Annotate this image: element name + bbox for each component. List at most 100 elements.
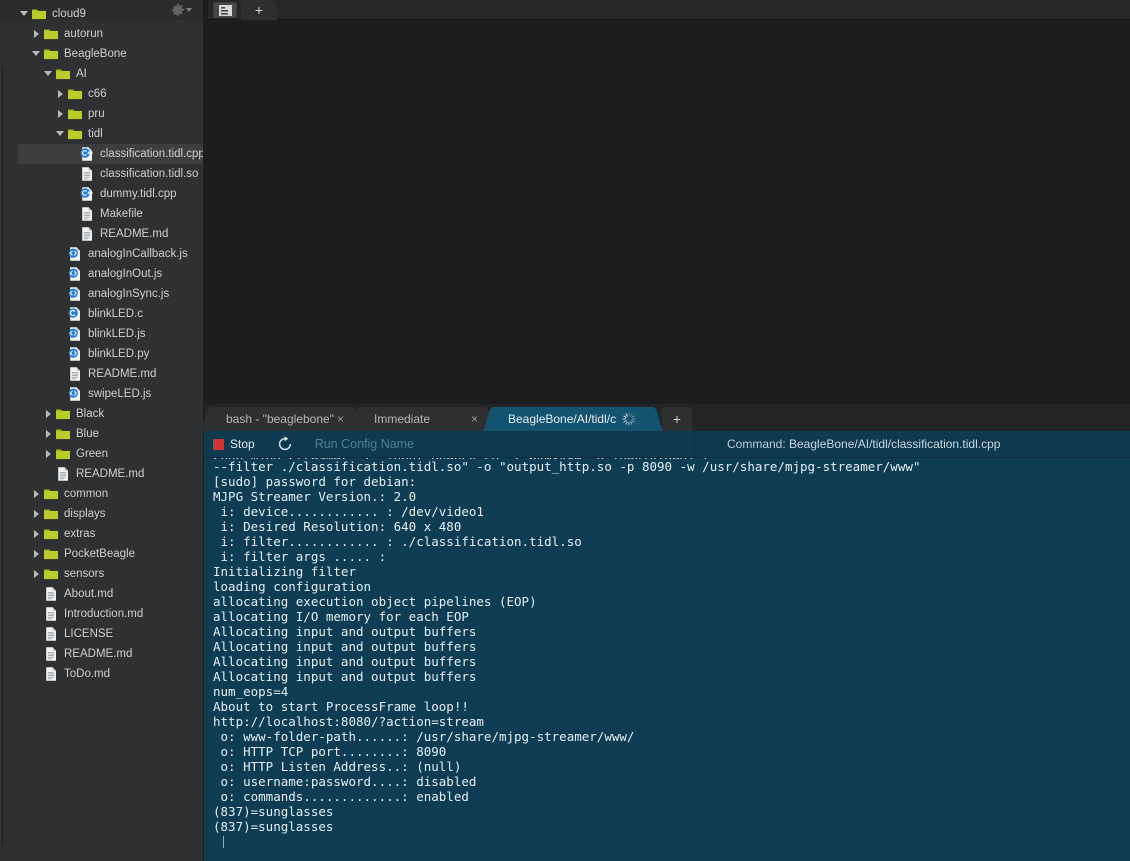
close-icon[interactable]: × [471, 413, 478, 425]
tree-file-row[interactable]: README.md [0, 364, 203, 384]
tree-folder-row[interactable]: c66 [0, 84, 203, 104]
tree-row-label: LICENSE [64, 628, 114, 640]
chevron-right-icon[interactable] [43, 424, 55, 444]
chevron-right-icon[interactable] [55, 84, 67, 104]
tree-file-row[interactable]: ToDo.md [0, 664, 203, 684]
js-file-icon [68, 267, 80, 281]
tree-file-row[interactable]: dummy.tidl.cpp [0, 184, 203, 204]
terminal-line: allocating execution object pipelines (E… [213, 594, 537, 609]
terminal-output[interactable]: sudo mjpg_streamer -i "input_opencv.so -… [204, 458, 1130, 861]
chevron-down-icon[interactable] [19, 4, 31, 24]
tree-file-row[interactable]: README.md [0, 464, 203, 484]
tree-file-row[interactable]: analogInSync.js [0, 284, 203, 304]
tree-row-label: cloud9 [52, 8, 86, 20]
tree-folder-row[interactable]: extras [0, 524, 203, 544]
tree-folder-row[interactable]: sensors [0, 564, 203, 584]
terminal-panel: bash - "beaglebone" × Immediate × BeagleBone… [201, 404, 1130, 861]
terminal-line: i: Desired Resolution: 640 x 480 [213, 519, 462, 534]
tree-folder-row[interactable]: autorun [0, 24, 203, 44]
tree-file-row[interactable]: classification.tidl.cpp [0, 144, 203, 164]
new-terminal-tab-button[interactable]: + [662, 407, 692, 431]
terminal-line: i: filter args ..... : [213, 549, 387, 564]
generic-file-icon [82, 227, 92, 241]
tree-row-label: c66 [88, 88, 107, 100]
tree-folder-row[interactable]: pru [0, 104, 203, 124]
generic-file-icon [46, 667, 56, 681]
tree-row-label: README.md [76, 468, 145, 480]
tree-row-label: README.md [88, 368, 157, 380]
tree-folder-row[interactable]: displays [0, 504, 203, 524]
chevron-right-icon[interactable] [43, 444, 55, 464]
editor-menu-button[interactable] [213, 2, 237, 18]
chevron-right-icon[interactable] [43, 404, 55, 424]
tree-file-row[interactable]: Makefile [0, 204, 203, 224]
tree-file-row[interactable]: README.md [0, 224, 203, 244]
tree-folder-row[interactable]: PocketBeagle [0, 544, 203, 564]
file-tree[interactable]: cloud9 autorun BeagleBone AI c66 pru tidl class… [0, 4, 203, 861]
tree-row-label: analogInOut.js [88, 268, 163, 280]
tree-folder-row[interactable]: common [0, 484, 203, 504]
tree-file-row[interactable]: Introduction.md [0, 604, 203, 624]
new-editor-tab-button[interactable]: + [241, 0, 277, 20]
terminal-tab[interactable]: BeagleBone/AI/tidl/c [483, 407, 663, 431]
tab-edge-right [644, 407, 663, 431]
chevron-right-icon[interactable] [31, 524, 43, 544]
tree-file-row[interactable]: blinkLED.c [0, 304, 203, 324]
js-file-icon [68, 387, 80, 401]
folder-icon [44, 549, 58, 560]
tree-row-label: classification.tidl.cpp [100, 148, 203, 160]
editor-area[interactable] [204, 21, 1130, 404]
folder-icon [32, 9, 46, 20]
chevron-down-icon[interactable] [43, 64, 55, 84]
restart-icon[interactable] [277, 436, 293, 452]
js-file-icon [68, 287, 80, 301]
tree-folder-row[interactable]: BeagleBone [0, 44, 203, 64]
command-value[interactable]: BeagleBone/AI/tidl/classification.tidl.c… [789, 437, 1000, 451]
tree-folder-row[interactable]: Blue [0, 424, 203, 444]
tree-folder-row[interactable]: cloud9 [0, 4, 203, 24]
chevron-down-icon[interactable] [55, 124, 67, 144]
terminal-line: Allocating input and output buffers [213, 654, 477, 669]
chevron-right-icon[interactable] [31, 544, 43, 564]
close-icon[interactable]: × [337, 413, 344, 425]
chevron-right-icon[interactable] [31, 484, 43, 504]
tree-folder-row[interactable]: Green [0, 444, 203, 464]
tree-row-label: README.md [100, 228, 169, 240]
chevron-right-icon[interactable] [55, 104, 67, 124]
generic-file-icon [82, 207, 92, 221]
tree-file-row[interactable]: blinkLED.js [0, 324, 203, 344]
tree-folder-row[interactable]: AI [0, 64, 203, 84]
stop-button[interactable]: Stop [213, 437, 255, 451]
chevron-right-icon[interactable] [31, 24, 43, 44]
tree-file-row[interactable]: blinkLED.py [0, 344, 203, 364]
terminal-line: About to start ProcessFrame loop!! [213, 699, 469, 714]
chevron-down-icon[interactable] [31, 44, 43, 64]
editor-tab-strip: + [208, 0, 1130, 20]
folder-icon [68, 89, 82, 100]
terminal-tab[interactable]: Immediate × [349, 407, 495, 431]
chevron-right-icon[interactable] [31, 564, 43, 584]
tree-row-label: About.md [64, 588, 114, 600]
tree-file-row[interactable]: README.md [0, 644, 203, 664]
tree-file-row[interactable]: analogInCallback.js [0, 244, 203, 264]
chevron-right-icon[interactable] [31, 504, 43, 524]
tree-file-row[interactable]: swipeLED.js [0, 384, 203, 404]
tree-file-row[interactable]: analogInOut.js [0, 264, 203, 284]
folder-icon [44, 49, 58, 60]
tree-file-row[interactable]: About.md [0, 584, 203, 604]
tree-folder-row[interactable]: Black [0, 404, 203, 424]
terminal-tab[interactable]: bash - "beaglebone" × [201, 407, 361, 431]
tree-file-row[interactable]: LICENSE [0, 624, 203, 644]
run-config-input[interactable]: Run Config Name [315, 437, 414, 451]
folder-icon [68, 129, 82, 140]
terminal-cursor-line [213, 834, 1130, 849]
terminal-line: o: www-folder-path......: /usr/share/mjp… [213, 729, 635, 744]
cloud9-ide-window: cloud9 autorun BeagleBone AI c66 pru tidl class… [0, 0, 1130, 861]
tree-file-row[interactable]: classification.tidl.so [0, 164, 203, 184]
tree-folder-row[interactable]: tidl [0, 124, 203, 144]
